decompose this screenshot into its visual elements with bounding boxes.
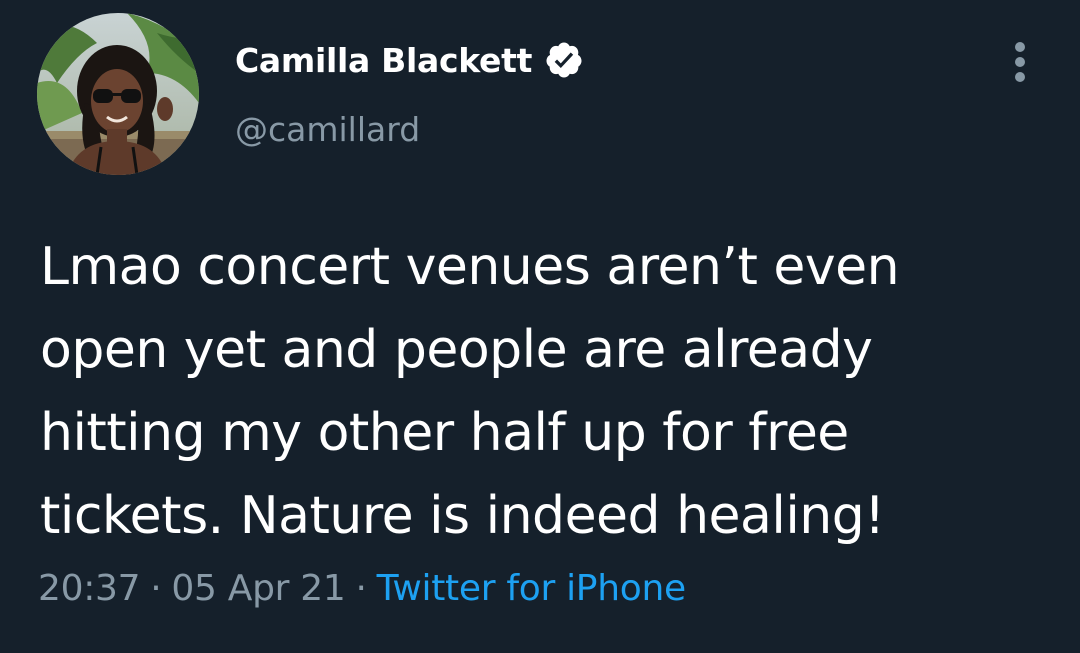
more-vertical-icon[interactable] xyxy=(1008,40,1032,84)
avatar[interactable] xyxy=(37,13,199,175)
tweet-text-line: open yet and people are already xyxy=(40,320,873,380)
meta-separator: · xyxy=(355,568,367,609)
tweet-metadata: 20:37 · 05 Apr 21 · Twitter for iPhone xyxy=(38,568,686,609)
meta-separator: · xyxy=(150,568,162,609)
tweet-text: Lmao concert venues aren’t even open yet… xyxy=(40,226,1050,558)
tweet-card: Camilla Blackett @camillard Lmao concert… xyxy=(0,0,1080,653)
tweet-text-line: tickets. Nature is indeed healing! xyxy=(40,486,885,546)
tweet-text-line: Lmao concert venues aren’t even xyxy=(40,237,900,297)
tweet-source-link[interactable]: Twitter for iPhone xyxy=(377,568,686,609)
tweet-text-line: hitting my other half up for free xyxy=(40,403,849,463)
author-display-name[interactable]: Camilla Blackett xyxy=(235,41,532,80)
verified-badge-icon xyxy=(544,40,584,80)
author-name-row[interactable]: Camilla Blackett xyxy=(235,36,584,84)
tweet-time[interactable]: 20:37 xyxy=(38,568,141,609)
author-handle[interactable]: @camillard xyxy=(235,110,420,149)
tweet-date[interactable]: 05 Apr 21 xyxy=(171,568,345,609)
avatar-image xyxy=(37,13,199,175)
